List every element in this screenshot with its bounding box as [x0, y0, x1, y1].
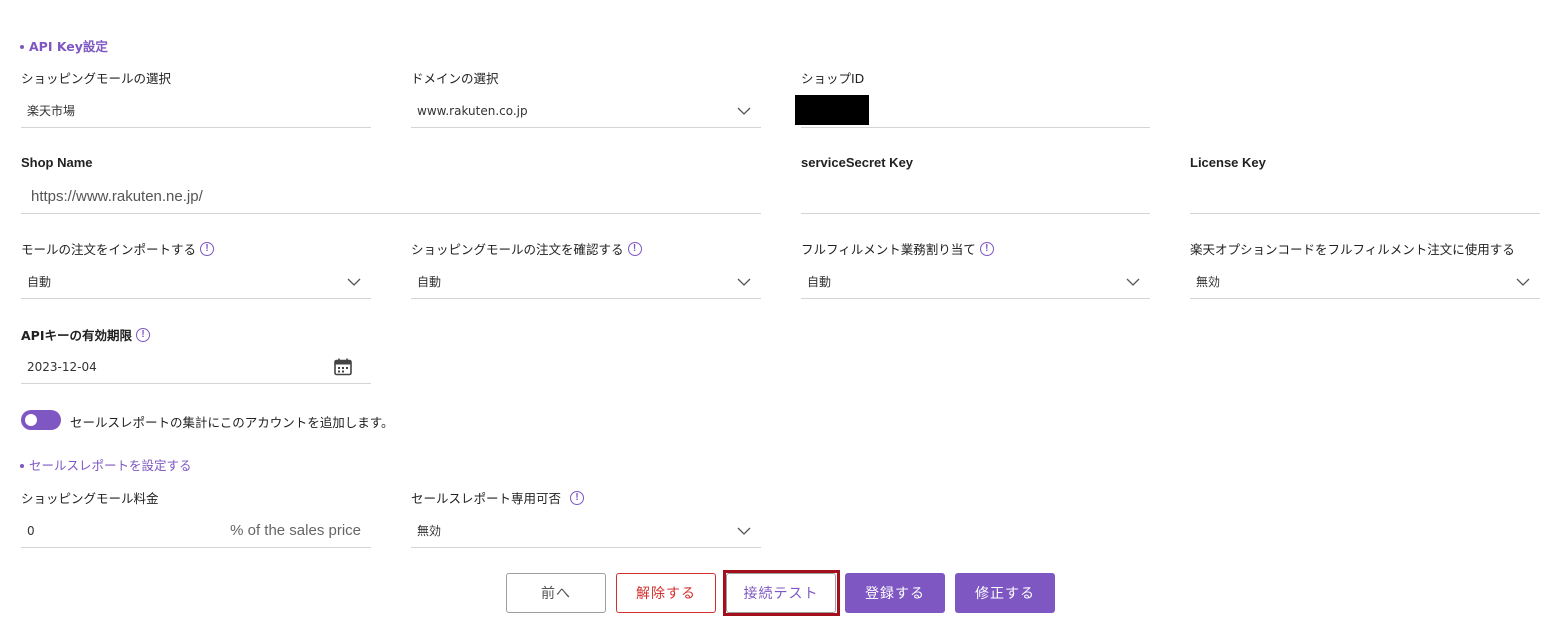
api-expiry-label-text: APIキーの有効期限: [21, 328, 132, 343]
license-key-label-text: License Key: [1190, 155, 1266, 170]
mall-fee-label-text: ショッピングモール料金: [21, 491, 159, 506]
service-secret-input[interactable]: [801, 180, 1150, 214]
shop-name-label-text: Shop Name: [21, 155, 93, 170]
chevron-down-icon: [1516, 278, 1530, 286]
prev-button[interactable]: 前へ: [506, 573, 606, 613]
import-orders-label-text: モールの注文をインポートする: [21, 242, 197, 257]
bullet-icon: [20, 463, 24, 468]
sales-report-only-label-text: セールスレポート専用可否: [411, 491, 562, 506]
import-orders-label: モールの注文をインポートする!: [21, 239, 215, 258]
confirm-orders-value: 自動: [417, 275, 442, 289]
option-code-select[interactable]: 無効: [1190, 265, 1540, 299]
option-code-label: 楽天オプションコードをフルフィルメント注文に使用する: [1190, 239, 1515, 258]
mall-select-value: 楽天市場: [27, 104, 76, 118]
section-title-text: セールスレポートを設定する: [29, 458, 192, 473]
confirm-orders-label-text: ショッピングモールの注文を確認する: [411, 242, 624, 257]
sales-report-only-value: 無効: [417, 524, 442, 538]
fulfillment-assign-label-text: フルフィルメント業務割り当て: [801, 242, 976, 257]
mall-select-label: ショッピングモールの選択: [21, 68, 171, 87]
domain-select[interactable]: www.rakuten.co.jp: [411, 94, 761, 128]
license-key-input[interactable]: [1190, 180, 1540, 214]
mall-fee-suffix: % of the sales price: [230, 522, 361, 539]
chevron-down-icon: [347, 278, 361, 286]
toggle-knob: [25, 414, 37, 426]
shop-id-label-text: ショップID: [801, 71, 865, 86]
mall-fee-input[interactable]: 0 % of the sales price: [21, 514, 371, 548]
domain-select-label-text: ドメインの選択: [411, 71, 499, 86]
shop-id-label: ショップID: [801, 68, 864, 87]
fulfillment-assign-value: 自動: [807, 275, 832, 289]
service-secret-label-text: serviceSecret Key: [801, 155, 914, 170]
release-button[interactable]: 解除する: [616, 573, 716, 613]
info-icon[interactable]: !: [627, 241, 642, 256]
calendar-icon[interactable]: [333, 357, 353, 377]
sales-report-only-label: セールスレポート専用可否!: [411, 488, 585, 507]
domain-select-value: www.rakuten.co.jp: [417, 103, 528, 118]
option-code-value: 無効: [1196, 275, 1221, 289]
sales-report-toggle-text: セールスレポートの集計にこのアカウントを追加します。: [70, 415, 394, 430]
mall-fee-label: ショッピングモール料金: [21, 488, 159, 507]
info-icon[interactable]: !: [136, 327, 150, 342]
chevron-down-icon: [737, 527, 751, 535]
api-expiry-label: APIキーの有効期限!: [21, 325, 150, 344]
mall-select-field[interactable]: 楽天市場: [21, 94, 371, 128]
confirm-orders-label: ショッピングモールの注文を確認する!: [411, 239, 642, 258]
section-title-text: API Key設定: [29, 39, 108, 54]
info-icon[interactable]: !: [979, 241, 994, 256]
chevron-down-icon: [737, 278, 751, 286]
fulfillment-assign-select[interactable]: 自動: [801, 265, 1150, 299]
shop-name-label: Shop Name: [21, 155, 93, 170]
sales-report-toggle[interactable]: [21, 410, 61, 430]
import-orders-value: 自動: [27, 275, 52, 289]
shop-name-input[interactable]: https://www.rakuten.ne.jp/: [21, 180, 761, 214]
modify-button[interactable]: 修正する: [955, 573, 1055, 613]
register-button[interactable]: 登録する: [845, 573, 945, 613]
api-expiry-value: 2023-12-04: [27, 359, 97, 374]
sales-report-only-select[interactable]: 無効: [411, 514, 761, 548]
shop-name-placeholder: https://www.rakuten.ne.jp/: [31, 188, 203, 205]
info-icon[interactable]: !: [570, 490, 585, 505]
chevron-down-icon: [737, 107, 751, 115]
section-title-api-key: API Key設定: [20, 36, 108, 55]
mall-fee-value: 0: [27, 523, 35, 538]
api-expiry-input[interactable]: 2023-12-04: [21, 350, 371, 384]
domain-select-label: ドメインの選択: [411, 68, 499, 87]
connection-test-button[interactable]: 接続テスト: [726, 573, 836, 613]
chevron-down-icon: [1126, 278, 1140, 286]
fulfillment-assign-label: フルフィルメント業務割り当て!: [801, 239, 994, 258]
info-icon[interactable]: !: [200, 241, 215, 256]
license-key-label: License Key: [1190, 155, 1266, 170]
service-secret-label: serviceSecret Key: [801, 155, 913, 170]
import-orders-select[interactable]: 自動: [21, 265, 371, 299]
sales-report-toggle-label: セールスレポートの集計にこのアカウントを追加します。: [70, 412, 394, 431]
option-code-label-text: 楽天オプションコードをフルフィルメント注文に使用する: [1190, 242, 1515, 257]
mall-select-label-text: ショッピングモールの選択: [21, 71, 172, 86]
bullet-icon: [20, 44, 24, 49]
section-title-sales-report: セールスレポートを設定する: [20, 455, 192, 474]
confirm-orders-select[interactable]: 自動: [411, 265, 761, 299]
redacted-shop-id: [795, 95, 869, 125]
